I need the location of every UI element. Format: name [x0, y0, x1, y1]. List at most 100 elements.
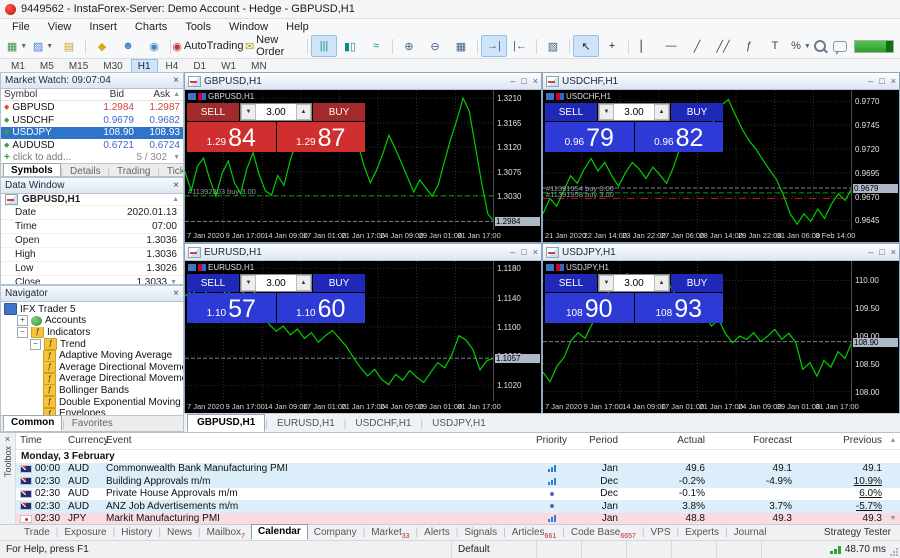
column-header-currency[interactable]: Currency: [68, 435, 109, 446]
zoom-in-button[interactable]: ⊕: [396, 35, 422, 57]
navigator-item[interactable]: ƒ Envelopes: [1, 407, 183, 415]
column-header-time[interactable]: Time: [16, 435, 68, 446]
vertical-line-tool-button[interactable]: ▏: [632, 35, 658, 57]
horizontal-line-tool-button[interactable]: —: [658, 35, 684, 57]
scroll-down-icon[interactable]: ▼: [173, 154, 180, 161]
buy-button[interactable]: BUY: [313, 274, 365, 292]
tab-common[interactable]: Common: [3, 415, 63, 431]
menu-item-tools[interactable]: Tools: [176, 21, 220, 33]
toolbox-tab-experts[interactable]: Experts: [679, 526, 725, 540]
minimize-icon[interactable]: –: [510, 76, 515, 86]
minimize-icon[interactable]: –: [868, 76, 873, 86]
chart-canvas[interactable]: EURUSD,H1 7 Jan 2020 9 Jan 17:00 14 Jan 09:…: [185, 261, 541, 413]
crosshair-tool-button[interactable]: +: [599, 35, 625, 57]
menu-item-window[interactable]: Window: [220, 21, 277, 33]
buy-price-button[interactable]: 108 93: [634, 293, 723, 323]
buy-button[interactable]: BUY: [671, 103, 723, 121]
chart-window-titlebar[interactable]: USDJPY,H1 – □ ×: [543, 244, 899, 261]
close-icon[interactable]: ×: [533, 247, 538, 257]
navigator-item[interactable]: − ƒ Trend: [1, 338, 183, 350]
status-profile[interactable]: Default: [452, 541, 537, 558]
chart-canvas[interactable]: USDCHF,H1 #11391954 buy 3.00 #11391958 buy…: [543, 90, 899, 242]
bar-chart-mode-button[interactable]: |||: [311, 35, 337, 57]
chart-tab-gbpusd-h1[interactable]: GBPUSD,H1: [187, 414, 266, 432]
buy-price-button[interactable]: 1.10 60: [276, 293, 365, 323]
toolbox-tab-mailbox[interactable]: Mailbox7: [201, 526, 251, 540]
trendline-tool-button[interactable]: ╱: [684, 35, 710, 57]
toolbox-tab-calendar[interactable]: Calendar: [250, 524, 308, 540]
menu-item-help[interactable]: Help: [277, 21, 318, 33]
chart-tab-usdchf-h1[interactable]: USDCHF,H1: [346, 416, 420, 432]
buy-price-button[interactable]: 0.96 82: [634, 122, 723, 152]
sell-price-button[interactable]: 108 90: [545, 293, 634, 323]
market-watch-row[interactable]: ◆ USDJPY 108.90 108.93: [1, 126, 183, 140]
broadcast-button[interactable]: ◉: [141, 35, 167, 57]
navigator-item[interactable]: ƒ Bollinger Bands: [1, 384, 183, 397]
menu-item-insert[interactable]: Insert: [80, 21, 126, 33]
buy-button[interactable]: BUY: [671, 274, 723, 292]
chart-canvas[interactable]: USDJPY,H1 7 Jan 2020 9 Jan 17:00 14 Jan 09:…: [543, 261, 899, 413]
toolbox-tab-code-base[interactable]: Code Base6657: [565, 526, 642, 540]
maximize-icon[interactable]: □: [879, 76, 884, 86]
volume-down-icon[interactable]: ▼: [599, 104, 614, 120]
navigator-item[interactable]: − ƒ Indicators: [1, 326, 183, 339]
arrows-tool-button[interactable]: % ▼: [788, 35, 814, 57]
community-button[interactable]: ☻: [115, 35, 141, 57]
toolbox-tab-history[interactable]: History: [115, 526, 158, 540]
calendar-row[interactable]: 00:00 AUD Commonwealth Bank Manufacturing …: [16, 462, 900, 475]
navigator-item[interactable]: ƒ Adaptive Moving Average: [1, 349, 183, 362]
market-watch-row[interactable]: ◆ AUDUSD 0.6721 0.6724: [1, 139, 183, 152]
sell-price-button[interactable]: 0.96 79: [545, 122, 634, 152]
toolbox-tab-journal[interactable]: Journal: [728, 526, 773, 540]
close-icon[interactable]: ×: [173, 180, 179, 191]
volume-down-icon[interactable]: ▼: [599, 275, 614, 291]
chart-window-titlebar[interactable]: GBPUSD,H1 – □ ×: [185, 73, 541, 90]
tab-symbols[interactable]: Symbols: [3, 163, 61, 177]
candle-mode-button[interactable]: ▮▯: [337, 35, 363, 57]
chart-shift-button[interactable]: |←: [507, 35, 533, 57]
autotrading-button[interactable]: ◉ AutoTrading: [172, 35, 243, 57]
buy-price-button[interactable]: 1.29 87: [276, 122, 365, 152]
event-previous[interactable]: -5.7%: [792, 501, 886, 512]
tab-ticks[interactable]: Ticks: [160, 165, 183, 176]
chart-window-titlebar[interactable]: EURUSD,H1 – □ ×: [185, 244, 541, 261]
channel-tool-button[interactable]: ╱╱: [710, 35, 736, 57]
column-header-bid[interactable]: Bid: [72, 89, 124, 100]
volume-down-icon[interactable]: ▼: [241, 104, 256, 120]
scroll-down-icon[interactable]: ▼: [886, 515, 900, 522]
navigator-item[interactable]: ƒ Average Directional Movement: [1, 361, 183, 374]
sell-price-button[interactable]: 1.10 57: [187, 293, 276, 323]
tab-trading[interactable]: Trading: [110, 165, 158, 176]
close-icon[interactable]: ×: [173, 75, 179, 86]
calendar-row[interactable]: 02:30 AUD Private House Approvals m/m Dec -0…: [16, 487, 900, 500]
volume-down-icon[interactable]: ▼: [241, 275, 256, 291]
buy-button[interactable]: BUY: [313, 103, 365, 121]
sell-button[interactable]: SELL: [187, 103, 239, 121]
profiles-button[interactable]: ▨ ▼: [30, 35, 56, 57]
column-header-previous[interactable]: Previous: [792, 435, 886, 446]
toolbox-tab-articles[interactable]: Articles661: [506, 526, 562, 540]
event-previous[interactable]: 6.0%: [792, 488, 886, 499]
chart-canvas[interactable]: GBPUSD,H1 #11392303 buy 3.00 7 Jan 2020 9 J…: [185, 90, 541, 242]
toolbox-tab-vps[interactable]: VPS: [645, 526, 677, 540]
calendar-row[interactable]: 02:30 AUD Building Approvals m/m Dec -0.2% -4…: [16, 475, 900, 488]
volume-up-icon[interactable]: ▲: [654, 104, 669, 120]
navigator-item[interactable]: + Accounts: [1, 315, 183, 327]
menu-item-file[interactable]: File: [3, 21, 39, 33]
cursor-tool-button[interactable]: ↖: [573, 35, 599, 57]
sell-price-button[interactable]: 1.29 84: [187, 122, 276, 152]
column-header-period[interactable]: Period: [574, 435, 618, 446]
close-icon[interactable]: ×: [173, 288, 179, 299]
fibonacci-tool-button[interactable]: ƒ: [736, 35, 762, 57]
navigator-item[interactable]: IFX Trader 5: [1, 303, 183, 316]
menu-item-view[interactable]: View: [39, 21, 81, 33]
toolbox-tab-trade[interactable]: Trade: [18, 526, 56, 540]
deposit-button[interactable]: ◆: [89, 35, 115, 57]
close-icon[interactable]: ×: [5, 434, 10, 444]
tab-details[interactable]: Details: [63, 165, 108, 176]
expand-icon[interactable]: +: [17, 315, 28, 327]
zoom-out-button[interactable]: ⊖: [422, 35, 448, 57]
toolbox-tab-news[interactable]: News: [161, 526, 198, 540]
chart-tab-usdjpy-h1[interactable]: USDJPY,H1: [423, 416, 495, 432]
volume-stepper[interactable]: ▼ 3.00 ▲: [240, 103, 312, 121]
